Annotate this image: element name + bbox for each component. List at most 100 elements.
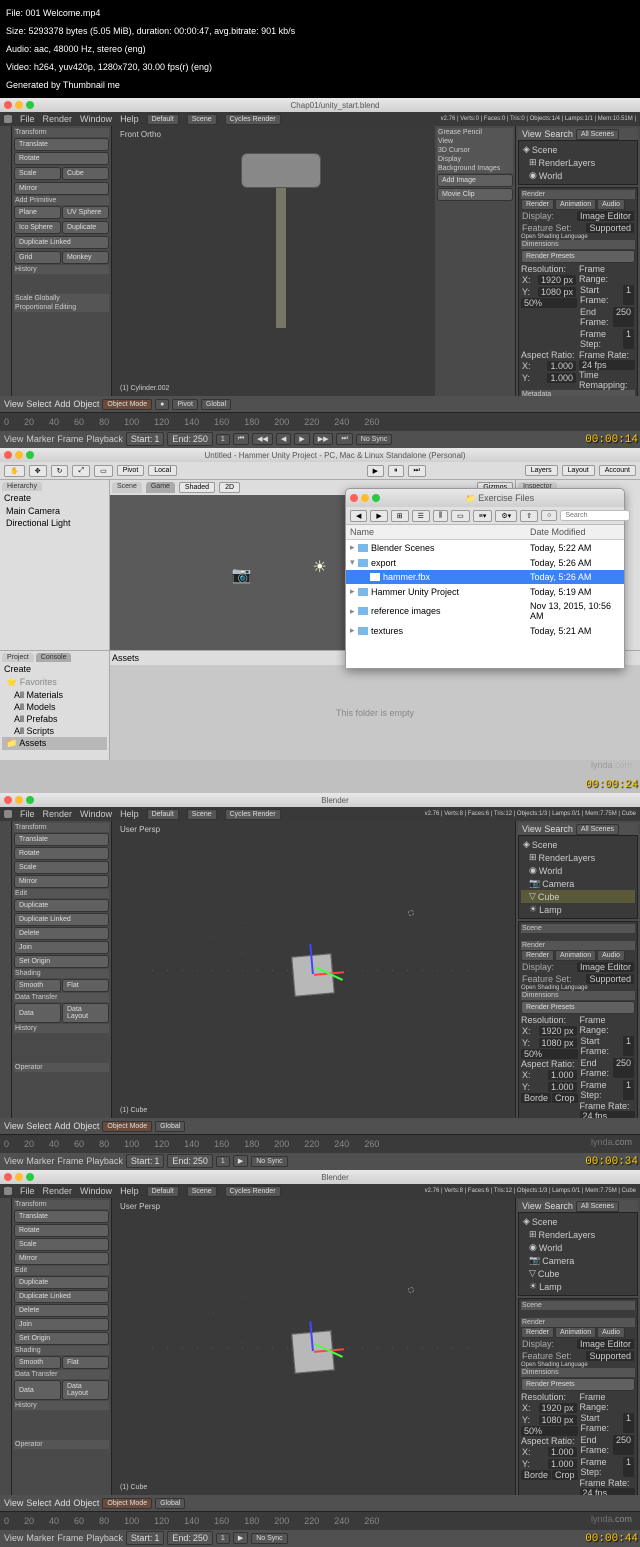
sync-select[interactable]: No Sync [251, 1533, 287, 1544]
rotate-tool-icon[interactable]: ↻ [51, 465, 69, 477]
timeline-marker[interactable]: Marker [26, 1156, 54, 1166]
camera-wireframe[interactable] [213, 1302, 263, 1337]
outliner-renderlayers[interactable]: ⊞ RenderLayers [521, 851, 635, 864]
aspect-y-input[interactable]: 1.000 [548, 1082, 577, 1092]
tool-tabs-column[interactable] [0, 821, 12, 1118]
shaded-select[interactable]: Shaded [179, 482, 215, 493]
feature-set-select[interactable]: Supported [586, 974, 634, 984]
forward-button[interactable]: ▶ [370, 510, 387, 522]
timeline-view[interactable]: View [4, 1156, 23, 1166]
outliner-world[interactable]: ◉ World [521, 864, 635, 877]
render-tab[interactable]: Render [521, 199, 554, 210]
rotate-button[interactable]: Rotate [14, 847, 109, 860]
menu-render[interactable]: Render [43, 809, 73, 819]
minimize-icon[interactable] [361, 494, 369, 502]
layout-select[interactable]: Default [147, 809, 179, 820]
border-checkbox[interactable]: Borde [521, 1470, 551, 1480]
mirror-button[interactable]: Mirror [14, 875, 109, 888]
smooth-button[interactable]: Smooth [14, 1356, 61, 1369]
maximize-icon[interactable] [26, 101, 34, 109]
timeline-frame[interactable]: Frame [57, 1156, 83, 1166]
back-button[interactable]: ◀ [350, 510, 367, 522]
outliner-lamp[interactable]: ☀ Lamp [521, 903, 635, 916]
aspect-y-input[interactable]: 1.000 [548, 1459, 577, 1469]
tool-tabs-column[interactable] [0, 126, 12, 396]
audio-tab[interactable]: Audio [597, 199, 625, 210]
close-icon[interactable] [350, 494, 358, 502]
menu-file[interactable]: File [20, 809, 35, 819]
rotate-button[interactable]: Rotate [14, 152, 109, 165]
orient-select[interactable]: Global [201, 399, 231, 410]
duplicate-linked-button[interactable]: Duplicate Linked [14, 1290, 109, 1303]
timeline-playback[interactable]: Playback [86, 434, 123, 444]
menu-help[interactable]: Help [120, 1186, 139, 1196]
join-button[interactable]: Join [14, 1318, 109, 1331]
animation-tab[interactable]: Animation [555, 950, 596, 961]
favorites-item[interactable]: All Scripts [2, 725, 107, 737]
audio-tab[interactable]: Audio [597, 950, 625, 961]
hammer-mesh[interactable] [241, 153, 321, 333]
timeline-marker[interactable]: Marker [26, 434, 54, 444]
rect-tool-icon[interactable]: ▭ [94, 465, 113, 477]
play-button[interactable]: ▶ [294, 433, 309, 445]
layout-select[interactable]: Layout [562, 465, 595, 476]
favorites-folder[interactable]: ⭐ Favorites [2, 676, 107, 689]
project-tab[interactable]: Project [2, 653, 34, 662]
ff-button[interactable]: ⏭ [336, 433, 352, 445]
engine-select[interactable]: Cycles Render [225, 114, 281, 125]
end-frame-input[interactable]: End: 250 [167, 1531, 213, 1545]
join-button[interactable]: Join [14, 941, 109, 954]
current-frame-input[interactable]: 1 [216, 434, 230, 445]
delete-button[interactable]: Delete [14, 927, 109, 940]
share-button[interactable]: ⇧ [520, 510, 538, 522]
name-column[interactable]: Name [350, 527, 530, 537]
engine-select[interactable]: Cycles Render [225, 809, 281, 820]
mode-select[interactable]: Object Mode [102, 1121, 152, 1132]
uvsphere-button[interactable]: UV Sphere [62, 206, 109, 219]
minimize-icon[interactable] [15, 451, 23, 459]
outliner-cube[interactable]: ▽ Cube [521, 890, 635, 903]
sync-select[interactable]: No Sync [251, 1156, 287, 1167]
layers-select[interactable]: Layers [525, 465, 558, 476]
timeline-view[interactable]: View [4, 1533, 23, 1543]
finder-row[interactable]: ▸texturesToday, 5:21 AM [346, 623, 624, 638]
timeline-marker[interactable]: Marker [26, 1533, 54, 1543]
res-pct-slider[interactable]: 50% [521, 1049, 578, 1059]
finder-row[interactable]: ▸reference imagesNov 13, 2015, 10:56 AM [346, 599, 624, 623]
z-axis-gizmo[interactable] [310, 944, 315, 974]
lamp-object[interactable] [408, 1287, 414, 1293]
timeline-playback[interactable]: Playback [86, 1533, 123, 1543]
menu-help[interactable]: Help [120, 809, 139, 819]
res-y-input[interactable]: 1080 px [539, 1038, 577, 1048]
translate-button[interactable]: Translate [14, 833, 109, 846]
hierarchy-item[interactable]: Directional Light [2, 517, 107, 529]
grid-button[interactable]: Grid [14, 251, 61, 264]
aspect-x-input[interactable]: 1.000 [548, 1447, 577, 1457]
shading-select[interactable]: ● [155, 399, 169, 410]
start-frame-input[interactable]: Start: 1 [126, 432, 164, 446]
audio-tab[interactable]: Audio [597, 1327, 625, 1338]
move-tool-icon[interactable]: ✥ [29, 465, 47, 477]
info-icon[interactable] [4, 1187, 12, 1195]
display-select[interactable]: Image Editor [577, 211, 634, 221]
render-presets-select[interactable]: Render Presets [521, 250, 635, 263]
outliner-lamp[interactable]: ☀ Lamp [521, 1280, 635, 1293]
start-frame-input[interactable]: 1 [623, 285, 634, 305]
game-tab[interactable]: Game [146, 482, 175, 493]
timeline-frame[interactable]: Frame [57, 434, 83, 444]
z-axis-gizmo[interactable] [310, 1321, 315, 1351]
pivot-toggle[interactable]: Pivot [117, 465, 145, 476]
delete-button[interactable]: Delete [14, 1304, 109, 1317]
date-column[interactable]: Date Modified [530, 527, 620, 537]
mirror-cube-button[interactable]: Cube [62, 167, 109, 180]
menu-file[interactable]: File [20, 114, 35, 124]
view-list-button[interactable]: ☰ [412, 510, 430, 522]
outliner-search[interactable]: Search [544, 824, 573, 834]
outliner[interactable]: ◈ Scene ⊞ RenderLayers ◉ World 📷 Camera … [518, 1212, 638, 1296]
close-icon[interactable] [4, 796, 12, 804]
timeline-ruler[interactable]: 020406080100120140160180200220240260 [0, 1135, 640, 1153]
res-x-input[interactable]: 1920 px [539, 1026, 577, 1036]
hierarchy-item[interactable]: Main Camera [2, 505, 107, 517]
hierarchy-tab[interactable]: Hierarchy [2, 482, 42, 491]
outliner-scene[interactable]: ◈ Scene [521, 1215, 635, 1228]
